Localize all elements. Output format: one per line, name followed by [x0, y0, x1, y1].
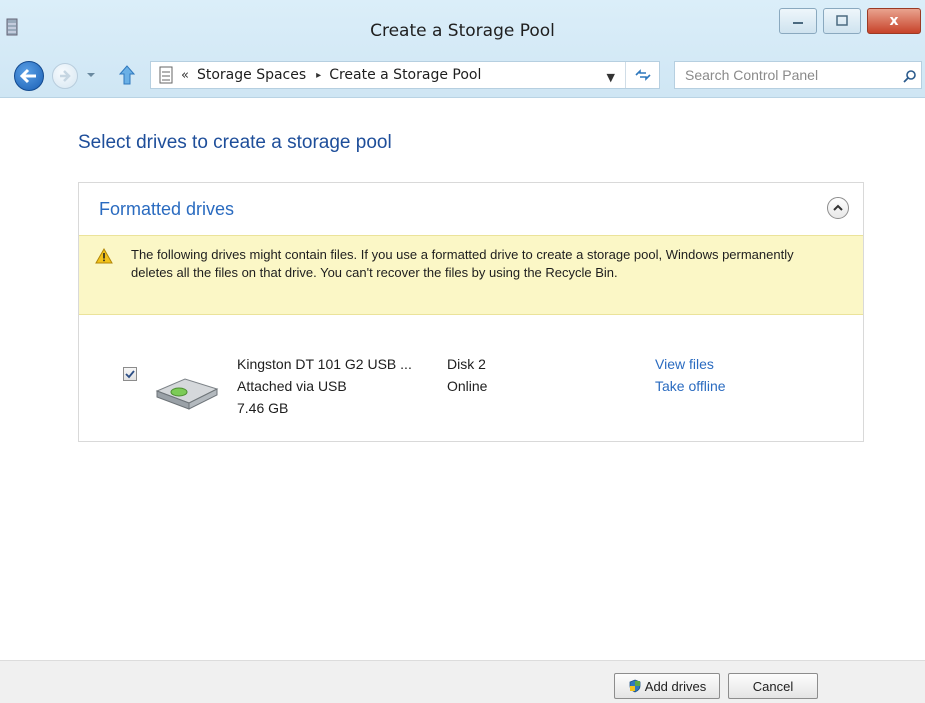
close-icon: x	[889, 13, 899, 29]
section-title: Formatted drives	[99, 199, 235, 219]
minimize-button[interactable]	[779, 8, 817, 34]
up-arrow-icon[interactable]	[118, 64, 136, 86]
refresh-button[interactable]	[625, 62, 659, 88]
breadcrumb-overflow[interactable]: «	[181, 68, 189, 83]
page-title: Select drives to create a storage pool	[78, 132, 392, 153]
address-bar[interactable]: « Storage Spaces ▸ Create a Storage Pool…	[150, 61, 660, 89]
take-offline-link[interactable]: Take offline	[655, 375, 726, 397]
warning-banner: The following drives might contain files…	[79, 235, 863, 315]
forward-arrow-icon	[60, 70, 71, 82]
view-files-link[interactable]: View files	[655, 353, 726, 375]
refresh-icon	[634, 69, 651, 81]
title-bar: Create a Storage Pool x « Storage Spaces…	[0, 0, 925, 98]
drive-status: Online	[447, 378, 488, 394]
back-button[interactable]	[14, 61, 44, 91]
forward-button[interactable]	[52, 63, 78, 89]
drive-name: Kingston DT 101 G2 USB ...	[237, 356, 412, 372]
search-icon[interactable]	[903, 69, 917, 83]
chevron-up-icon	[833, 204, 843, 211]
maximize-icon	[836, 15, 848, 26]
usb-drive-icon	[155, 378, 219, 410]
drive-actions: View files Take offline	[655, 353, 726, 397]
checkmark-icon	[125, 370, 135, 379]
warning-icon	[95, 248, 113, 264]
drive-disk-info: Disk 2 Online	[447, 353, 487, 397]
search-box[interactable]	[674, 61, 922, 89]
warning-text: The following drives might contain files…	[131, 247, 794, 280]
recent-pages-chevron-down-icon[interactable]	[84, 68, 98, 82]
caption-buttons: x	[773, 8, 921, 34]
close-button[interactable]: x	[867, 8, 921, 34]
cancel-label: Cancel	[752, 678, 794, 694]
add-drives-button[interactable]: Add drives	[614, 673, 720, 699]
drive-disk-number: Disk 2	[447, 356, 486, 372]
search-input[interactable]	[685, 67, 885, 83]
breadcrumb-separator-icon[interactable]: ▸	[316, 70, 321, 81]
address-history-chevron-down-icon[interactable]: ▼	[607, 71, 615, 84]
drive-size: 7.46 GB	[237, 400, 289, 416]
dialog-footer: Add drives Cancel	[0, 660, 925, 703]
drive-checkbox[interactable]	[123, 367, 137, 381]
breadcrumb-create-storage-pool[interactable]: Create a Storage Pool	[329, 67, 481, 83]
drive-row: Kingston DT 101 G2 USB ... Attached via …	[79, 315, 863, 441]
maximize-button[interactable]	[823, 8, 861, 34]
drive-connection: Attached via USB	[237, 378, 347, 394]
drive-details: Kingston DT 101 G2 USB ... Attached via …	[237, 353, 412, 419]
shield-icon	[629, 679, 641, 693]
cancel-button[interactable]: Cancel	[728, 673, 818, 699]
navigation-bar: « Storage Spaces ▸ Create a Storage Pool…	[0, 58, 925, 92]
formatted-drives-header[interactable]: Formatted drives	[79, 183, 863, 235]
formatted-drives-panel: Formatted drives The following drives mi…	[78, 182, 864, 442]
breadcrumb-storage-spaces[interactable]: Storage Spaces	[197, 67, 306, 83]
back-arrow-icon	[20, 68, 36, 84]
minimize-icon	[793, 22, 803, 24]
storage-spaces-icon	[159, 66, 173, 84]
collapse-section-button[interactable]	[827, 197, 849, 219]
add-drives-label: Add drives	[644, 678, 707, 694]
